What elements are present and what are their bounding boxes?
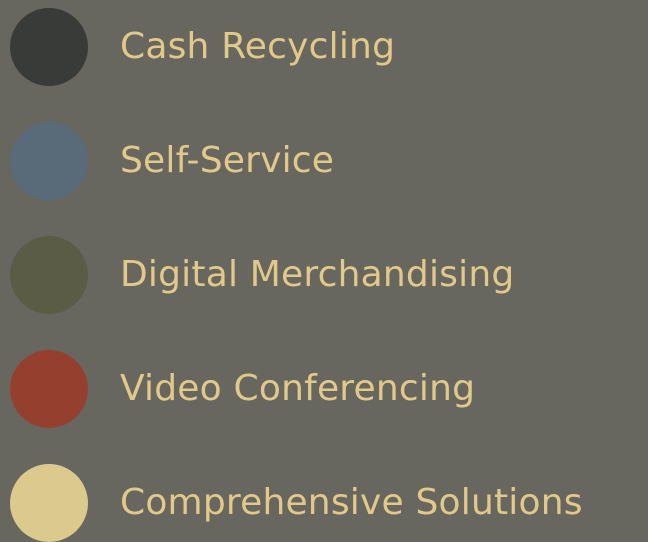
legend-item-digital-merchandising: Digital Merchandising — [10, 236, 514, 314]
legend-label-digital-merchandising: Digital Merchandising — [120, 254, 515, 295]
legend-dot-comprehensive-solutions — [10, 464, 88, 542]
legend-dot-digital-merchandising — [10, 236, 88, 314]
legend-item-self-service: Self-Service — [10, 122, 334, 200]
legend-label-cash-recycling: Cash Recycling — [120, 26, 396, 67]
legend-label-self-service: Self-Service — [120, 140, 335, 181]
legend-dot-video-conferencing — [10, 350, 88, 428]
legend-label-comprehensive-solutions: Comprehensive Solutions — [120, 482, 583, 523]
legend-dot-cash-recycling — [10, 8, 88, 86]
legend-dot-self-service — [10, 122, 88, 200]
legend-label-video-conferencing: Video Conferencing — [120, 368, 476, 409]
legend-item-comprehensive-solutions: Comprehensive Solutions — [10, 464, 583, 542]
legend-item-video-conferencing: Video Conferencing — [10, 350, 475, 428]
legend: Cash Recycling Self-Service Digital Merc… — [0, 0, 648, 542]
legend-item-cash-recycling: Cash Recycling — [10, 8, 395, 86]
